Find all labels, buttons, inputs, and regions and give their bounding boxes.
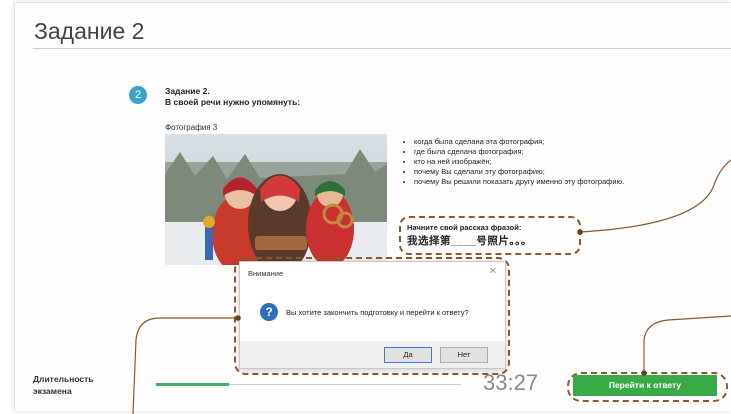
callout-dot <box>641 370 647 376</box>
callout-dot <box>235 315 241 321</box>
callout-connectors <box>132 159 731 414</box>
callout-line <box>132 317 238 414</box>
callout-line <box>579 159 731 233</box>
callout-line <box>643 315 731 373</box>
callout-dot <box>577 229 583 235</box>
